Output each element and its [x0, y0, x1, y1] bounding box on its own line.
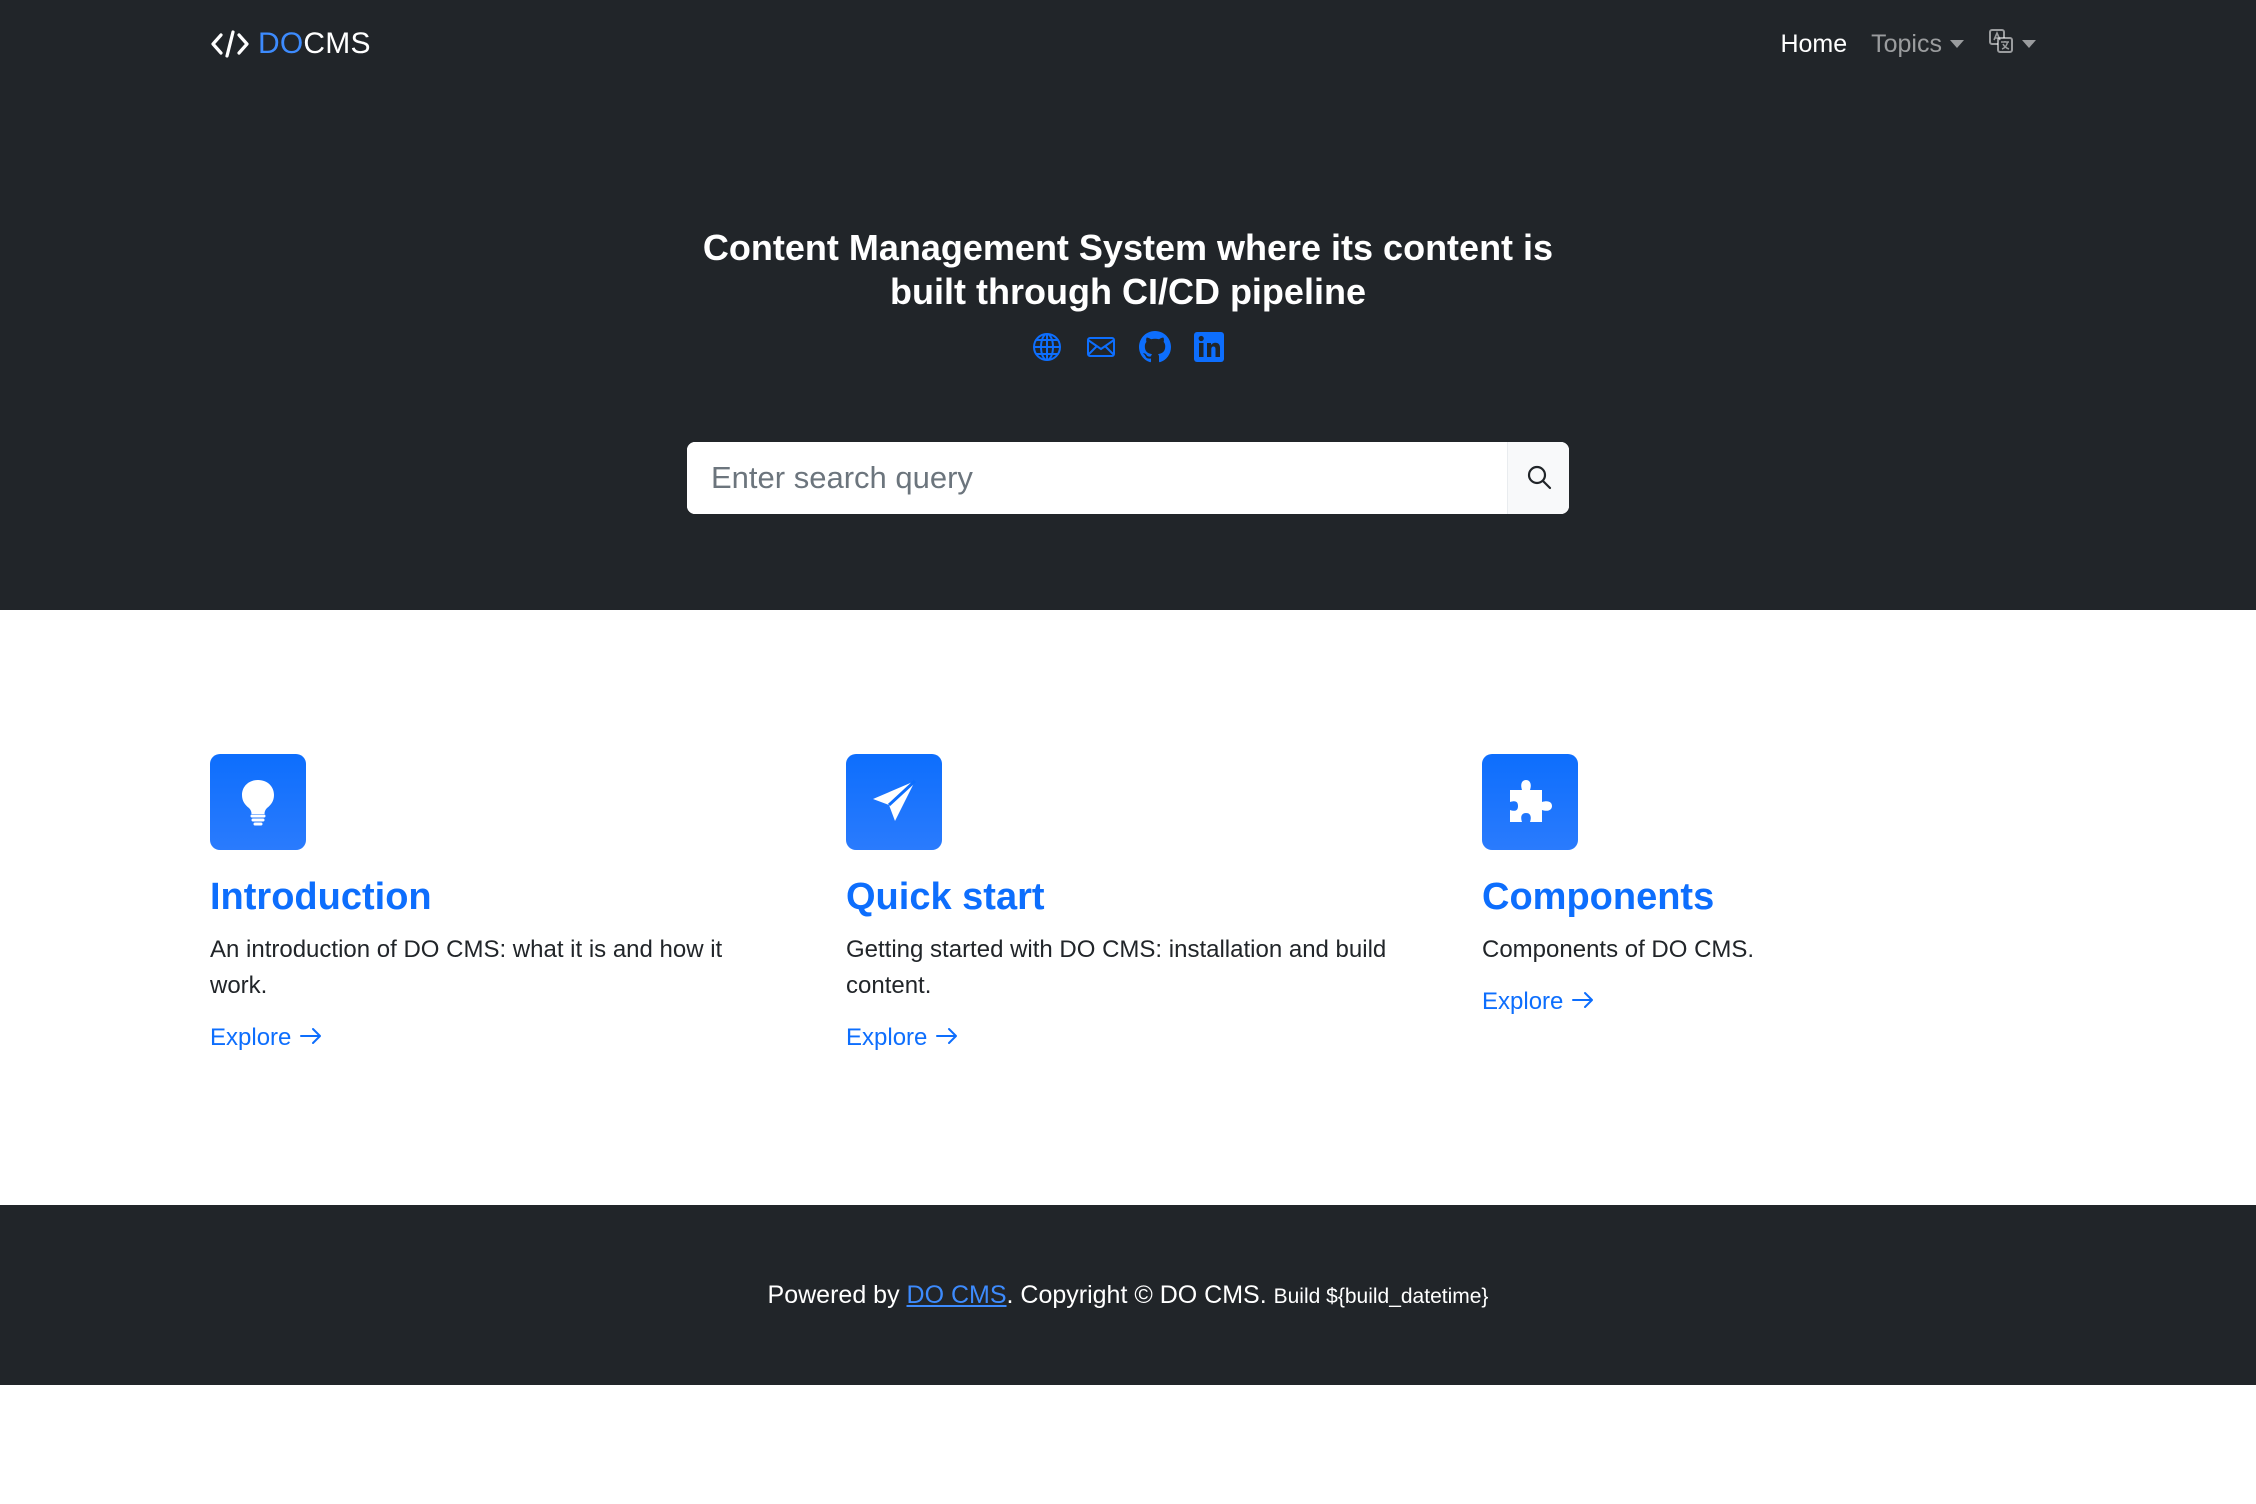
- envelope-icon[interactable]: [1085, 331, 1117, 363]
- feature-description: An introduction of DO CMS: what it is an…: [210, 936, 723, 999]
- brand-prefix: DO: [258, 27, 304, 60]
- footer-copyright: . Copyright © DO CMS.: [1006, 1280, 1274, 1309]
- search-button[interactable]: [1507, 442, 1569, 514]
- search-icon: [1526, 464, 1552, 493]
- lightbulb-icon: [210, 754, 306, 850]
- footer-text: Powered by DO CMS. Copyright © DO CMS. B…: [768, 1281, 1489, 1310]
- send-icon: [846, 754, 942, 850]
- explore-link-label: Explore: [210, 1024, 292, 1051]
- translate-icon: [1988, 28, 2014, 61]
- feature-title[interactable]: Introduction: [210, 874, 770, 920]
- social-links: [0, 331, 2256, 363]
- explore-link[interactable]: Explore: [210, 1024, 323, 1052]
- search-bar: [687, 442, 1569, 514]
- explore-link[interactable]: Explore: [846, 1024, 959, 1052]
- footer-build: Build ${build_datetime}: [1273, 1284, 1489, 1308]
- top-nav: Home Topics: [1780, 22, 2036, 66]
- feature-card-quick-start: Quick start Getting started with DO CMS:…: [846, 754, 1406, 1052]
- arrow-right-icon: [935, 1024, 959, 1052]
- brand-name: DOCMS: [258, 27, 371, 61]
- brand-suffix: CMS: [303, 27, 371, 60]
- feature-title[interactable]: Quick start: [846, 874, 1406, 920]
- code-slash-icon: [210, 29, 250, 59]
- page-title-line1: Content Management System where its cont…: [702, 227, 1554, 268]
- feature-description: Getting started with DO CMS: installatio…: [846, 936, 1387, 999]
- explore-link-label: Explore: [846, 1024, 928, 1051]
- nav-home[interactable]: Home: [1780, 30, 1847, 59]
- footer-powered-by: Powered by: [767, 1280, 907, 1309]
- nav-topics-dropdown[interactable]: Topics: [1871, 30, 1964, 59]
- footer-docms-link[interactable]: DO CMS: [907, 1281, 1007, 1309]
- feature-card-components: Components Components of DO CMS. Explore: [1482, 754, 2042, 1016]
- puzzle-icon: [1482, 754, 1578, 850]
- explore-link-label: Explore: [1482, 988, 1564, 1015]
- globe-icon[interactable]: [1031, 331, 1063, 363]
- footer: Powered by DO CMS. Copyright © DO CMS. B…: [0, 1205, 2256, 1385]
- feature-description: Components of DO CMS.: [1482, 936, 1755, 963]
- page-title-line2: built through CI/CD pipeline: [890, 271, 1366, 312]
- caret-down-icon: [2022, 40, 2036, 48]
- github-icon[interactable]: [1139, 331, 1171, 363]
- linkedin-icon[interactable]: [1193, 331, 1225, 363]
- nav-topics-label: Topics: [1871, 29, 1942, 58]
- search-input[interactable]: [687, 442, 1507, 514]
- feature-title[interactable]: Components: [1482, 874, 2042, 920]
- language-dropdown[interactable]: [1988, 28, 2036, 61]
- caret-down-icon: [1950, 40, 1964, 48]
- feature-card-introduction: Introduction An introduction of DO CMS: …: [210, 754, 770, 1052]
- arrow-right-icon: [1571, 988, 1595, 1016]
- brand-logo[interactable]: DOCMS: [210, 22, 371, 66]
- hero-section: DOCMS Home Topics Content Management Sys…: [0, 0, 2256, 610]
- page-title: Content Management System where its cont…: [0, 226, 2256, 314]
- explore-link[interactable]: Explore: [1482, 988, 1595, 1016]
- arrow-right-icon: [299, 1024, 323, 1052]
